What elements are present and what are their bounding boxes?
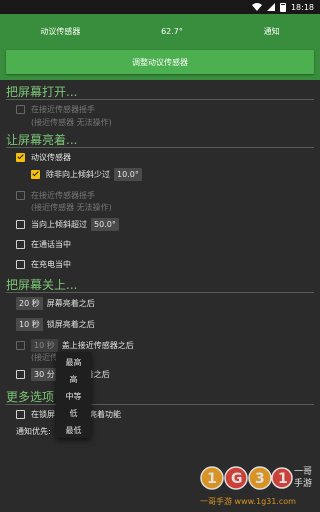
keep-on-proximity-option[interactable]: 在接近传感器摇手 [16,188,95,202]
turn-on-proximity-subtext: (接近传感器 无法操作) [31,118,112,127]
proximity-timeout-subtext: (接近传 [31,353,59,362]
timeout-value-field[interactable]: 30 分 [31,367,58,381]
status-bar: 18:18 [0,0,320,14]
notify-priority-option[interactable]: 通知优先: [16,424,51,438]
motion-sensor-label: 动议传感器 [40,26,81,36]
section-title-keep-on: 让屏幕亮着... [6,133,78,147]
signal-icon [266,3,275,11]
keep-on-motion-label: 动议传感器 [31,152,71,162]
checkbox[interactable] [16,239,25,249]
svg-text:手游: 手游 [294,477,312,489]
tilt-up-value-field[interactable]: 50.0° [91,217,119,231]
screen-on-label: 屏幕亮着之后 [46,298,95,308]
lock-value-field[interactable]: 10 秒 [16,317,43,331]
section-title-turn-off: 把屏幕关上... [6,278,78,292]
screen-on-value-field[interactable]: 20 秒 [16,296,43,310]
priority-option-low[interactable]: 低 [56,405,91,421]
lock-screen-label: 在锁屏 [31,409,55,419]
checkbox[interactable] [16,369,25,379]
keep-on-tilt-label: 除非向上倾斜少过 [46,169,110,179]
keep-on-in-call-option[interactable]: 在通话当中 [16,237,71,251]
proximity-timeout-option[interactable]: 10 秒 盖上接近传感器之后 [16,338,134,352]
keep-on-charging-option[interactable]: 在充电当中 [16,257,71,271]
battery-icon [279,2,286,12]
checkbox[interactable] [16,340,25,350]
svg-text:1: 1 [278,471,288,487]
svg-text:一哥: 一哥 [294,466,312,477]
svg-text:G: G [231,471,243,487]
lock-screen-suffix: 亮着功能 [89,409,121,419]
keep-on-motion-option[interactable]: 动议传感器 [16,150,71,164]
priority-option-highest[interactable]: 最高 [56,354,91,370]
keep-on-charging-label: 在充电当中 [31,259,71,269]
turn-on-proximity-option[interactable]: 在接近传感器摇手 [16,102,95,116]
notify-priority-label: 通知优先: [16,426,51,436]
sensor-header: 动议传感器 62.7° 通知 调整动议传感器 [0,14,320,80]
divider [6,99,314,100]
clock-time: 18:18 [290,2,314,12]
section-title-turn-on: 把屏幕打开... [6,85,78,99]
angle-readout: 62.7° [161,26,183,36]
priority-popup-menu: 最高 高 中等 低 最低 [56,352,91,438]
wifi-icon [251,3,262,11]
watermark-logo: 1 G 3 1 一哥 手游 一哥手游 www.1g31.com [198,458,316,508]
checkbox-checked[interactable] [16,152,25,162]
settings-list: 把屏幕打开... 在接近传感器摇手 (接近传感器 无法操作) 让屏幕亮着... … [0,80,320,512]
divider [6,292,314,293]
proximity-value-field[interactable]: 10 秒 [31,338,58,352]
checkbox[interactable] [16,409,25,419]
keep-on-proximity-subtext: (接近传感器 无法操作) [31,203,112,212]
priority-option-medium[interactable]: 中等 [56,388,91,404]
svg-text:1: 1 [207,471,217,487]
checkbox[interactable] [16,190,25,200]
keep-on-tilt-option[interactable]: 除非向上倾斜少过 10.0° [31,167,142,181]
checkbox[interactable] [16,259,25,269]
svg-text:一哥手游 www.1g31.com: 一哥手游 www.1g31.com [200,496,296,506]
keep-on-in-call-label: 在通话当中 [31,239,71,249]
keep-on-proximity-label: 在接近传感器摇手 [31,190,95,200]
checkbox[interactable] [16,219,25,229]
checkbox[interactable] [16,104,25,114]
priority-option-lowest[interactable]: 最低 [56,422,91,438]
lock-timeout-option[interactable]: 10 秒 锁屏亮着之后 [16,317,95,331]
section-title-more-options: 更多选项 [6,390,55,404]
checkbox-checked[interactable] [31,169,40,179]
divider [6,147,314,148]
priority-option-high[interactable]: 高 [56,371,91,387]
screen-on-timeout-option[interactable]: 20 秒 屏幕亮着之后 [16,296,95,310]
notify-label: 通知 [263,26,280,36]
calibrate-button[interactable]: 调整动议传感器 [6,50,314,74]
svg-text:3: 3 [255,471,265,487]
proximity-timeout-label: 盖上接近传感器之后 [61,340,134,350]
lock-label: 锁屏亮着之后 [46,319,95,329]
keep-on-tilt-up-option[interactable]: 当向上倾斜超过 50.0° [16,217,119,231]
divider [6,404,314,405]
turn-on-proximity-label: 在接近传感器摇手 [31,104,95,114]
keep-on-tilt-up-label: 当向上倾斜超过 [31,219,87,229]
tilt-value-field[interactable]: 10.0° [114,167,142,181]
